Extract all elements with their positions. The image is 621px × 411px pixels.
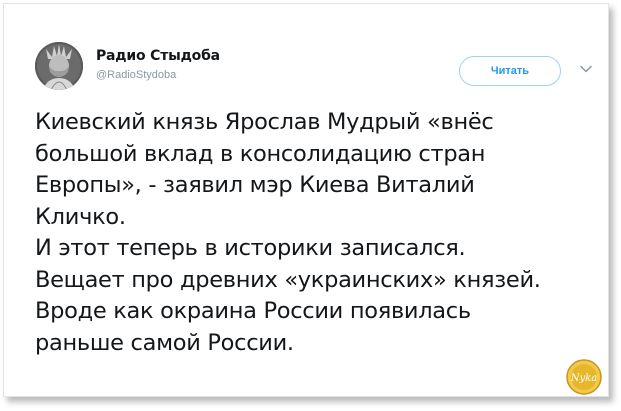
author-display-name[interactable]: Радио Стыдоба xyxy=(96,48,220,64)
tweet-text-line: раньше самой России. xyxy=(35,329,294,356)
tweet-text-line: Вещает про древних «украинских» князей. xyxy=(35,266,541,293)
tweet-card: Радио Стыдоба @RadioStydoba Читать Киевс… xyxy=(3,3,609,397)
avatar[interactable] xyxy=(35,42,83,90)
follow-button[interactable]: Читать xyxy=(459,56,561,86)
tweet-text-line: Киевский князь Ярослав Мудрый «внёс xyxy=(35,109,494,135)
tweet-text-line: Европы», - заявил мэр Киева Виталий xyxy=(35,172,475,198)
tweet-text-line: И этот теперь в историки записался. xyxy=(35,235,466,261)
tweet-text: Киевский князь Ярослав Мудрый «внёс боль… xyxy=(35,107,595,359)
site-logo-icon: Nyka xyxy=(566,359,602,395)
author-handle[interactable]: @RadioStydoba xyxy=(96,69,176,81)
site-logo-text: Nyka xyxy=(570,373,597,384)
chevron-down-icon[interactable] xyxy=(579,62,593,76)
tweet-text-line: Кличко. xyxy=(35,203,126,230)
tweet-text-line: большой вклад в консолидацию стран xyxy=(35,140,486,167)
statue-avatar-icon xyxy=(35,42,83,90)
tweet-text-line: Вроде как окраина России появилась xyxy=(35,298,471,324)
